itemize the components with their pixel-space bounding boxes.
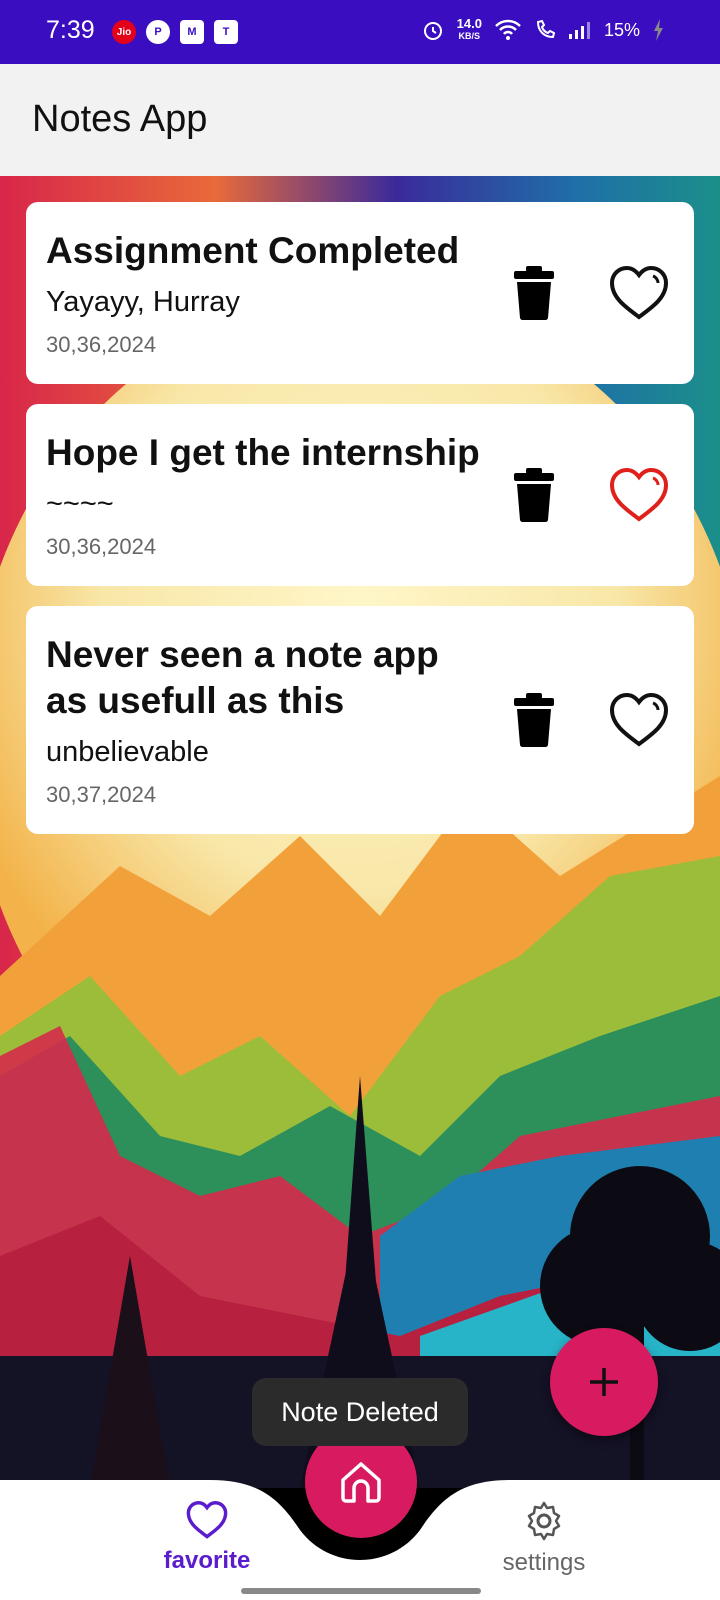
charging-icon (654, 19, 663, 41)
wifi-icon (495, 19, 521, 40)
add-note-button[interactable] (550, 1328, 658, 1436)
note-body: Yayayy, Hurray (46, 286, 240, 318)
note-title: Assignment Completed (46, 230, 460, 271)
notification-icons: Jio P M T (112, 20, 238, 44)
status-time: 7:39 (46, 16, 95, 44)
note-card[interactable]: Assignment Completed Yayayy, Hurray 30,3… (26, 202, 694, 384)
nav-settings-label: settings (502, 1549, 586, 1576)
network-speed-unit: KB/S (458, 31, 481, 41)
notes-list: Assignment Completed Yayayy, Hurray 30,3… (26, 202, 694, 854)
network-speed-value: 14.0 (456, 16, 482, 31)
system-icons: 14.0 KB/S 15% (421, 16, 664, 42)
favorite-heart-icon-active[interactable] (608, 466, 670, 524)
gear-icon (527, 1501, 561, 1541)
wifi-calling-icon (536, 19, 556, 39)
network-speed: 14.0 KB/S (456, 16, 482, 42)
note-card[interactable]: Hope I get the internship ~~~~ 30,36,202… (26, 404, 694, 586)
delete-icon[interactable] (514, 266, 554, 320)
alarm-icon (423, 22, 442, 40)
delete-icon[interactable] (514, 693, 554, 747)
jio-icon: Jio (112, 20, 136, 44)
battery-percent: 15% (603, 19, 640, 40)
note-body: ~~~~ (46, 488, 114, 520)
note-title: Hope I get the internship (46, 432, 480, 473)
page-title: Notes App (32, 98, 208, 140)
delete-icon[interactable] (514, 468, 554, 522)
heart-icon (186, 1501, 228, 1539)
toast-message: Note Deleted (252, 1378, 468, 1446)
app-bar: Notes App (0, 64, 720, 176)
plus-icon (590, 1368, 618, 1396)
note-date: 30,36,2024 (46, 534, 157, 559)
favorite-heart-icon[interactable] (608, 691, 670, 749)
home-icon (341, 1462, 381, 1503)
signal-icon (568, 22, 590, 39)
nav-favorite-label: favorite (163, 1547, 251, 1574)
note-date: 30,37,2024 (46, 782, 157, 807)
note-body: unbelievable (46, 736, 209, 768)
calendar-app-icon: M (180, 20, 204, 44)
p-app-icon: P (146, 20, 170, 44)
gesture-bar[interactable] (241, 1588, 481, 1594)
note-date: 30,36,2024 (46, 332, 157, 357)
t-app-icon: T (214, 20, 238, 44)
status-bar: 7:39 Jio P M T 14.0 KB/S 15% (0, 0, 720, 64)
nav-favorite[interactable]: favorite (127, 1500, 287, 1575)
note-title: Never seen a note app as usefull as this (46, 634, 439, 721)
note-card[interactable]: Never seen a note app as usefull as this… (26, 606, 694, 834)
nav-settings[interactable]: settings (464, 1500, 624, 1577)
favorite-heart-icon[interactable] (608, 264, 670, 322)
